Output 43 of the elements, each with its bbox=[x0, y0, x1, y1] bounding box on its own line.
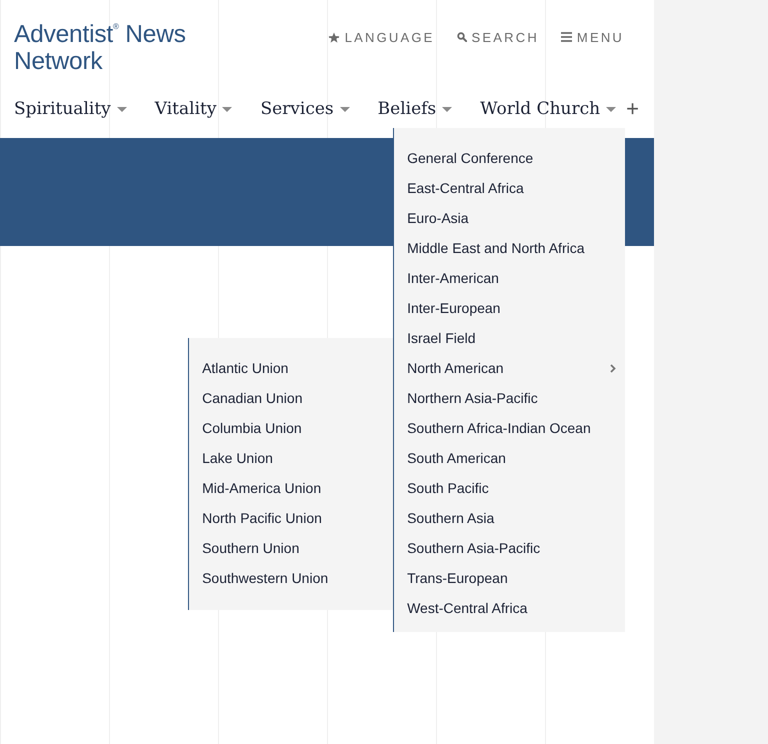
site-logo[interactable]: Adventist$^{®}$ News Network bbox=[14, 21, 204, 75]
menu-item[interactable]: West-Central Africa bbox=[394, 593, 626, 623]
search-icon bbox=[456, 32, 467, 42]
menu-item[interactable]: Southern Asia-Pacific bbox=[394, 533, 626, 563]
menu-item[interactable]: Southern Asia bbox=[394, 503, 626, 533]
nav-item[interactable]: Vitality bbox=[154, 90, 232, 128]
caret-icon bbox=[222, 106, 232, 112]
menu-item[interactable]: Israel Field bbox=[394, 323, 626, 353]
more-button[interactable]: + bbox=[626, 98, 639, 120]
nav-item[interactable]: Beliefs bbox=[378, 90, 452, 128]
nav-item[interactable]: World Church bbox=[480, 90, 616, 128]
menu-item[interactable]: Lake Union bbox=[189, 443, 394, 473]
menu-item[interactable]: General Conference bbox=[394, 143, 626, 173]
menu-button[interactable]: MENU bbox=[560, 28, 624, 46]
caret-icon bbox=[340, 106, 350, 112]
chevron-right-icon bbox=[610, 364, 616, 372]
menu-item[interactable]: Southern Africa-Indian Ocean bbox=[394, 413, 626, 443]
menu-icon bbox=[560, 32, 572, 42]
caret-icon bbox=[442, 106, 452, 112]
menu-item[interactable]: North Pacific Union bbox=[189, 503, 394, 533]
star-icon bbox=[328, 32, 340, 42]
menu-item[interactable]: Canadian Union bbox=[189, 383, 394, 413]
menu-item[interactable]: East-Central Africa bbox=[394, 173, 626, 203]
menu-item[interactable]: North American bbox=[394, 353, 626, 383]
menu-item[interactable]: Northern Asia-Pacific bbox=[394, 383, 626, 413]
nav-item[interactable]: Spirituality bbox=[14, 90, 127, 128]
menu-item[interactable]: Columbia Union bbox=[189, 413, 394, 443]
menu-item[interactable]: Trans-European bbox=[394, 563, 626, 593]
menu-item[interactable]: Inter-European bbox=[394, 293, 626, 323]
menu-item[interactable]: Middle East and North Africa bbox=[394, 233, 626, 263]
caret-icon bbox=[606, 106, 616, 112]
menu-item[interactable]: South Pacific bbox=[394, 473, 626, 503]
nav-item[interactable]: Services bbox=[260, 90, 350, 128]
search-button[interactable]: SEARCH bbox=[456, 28, 539, 46]
menu-item[interactable]: Inter-American bbox=[394, 263, 626, 293]
caret-icon bbox=[116, 106, 127, 112]
language-button[interactable]: LANGUAGE bbox=[328, 28, 435, 46]
menu-item[interactable]: Southwestern Union bbox=[189, 563, 394, 593]
menu-item[interactable]: South American bbox=[394, 443, 626, 473]
menu-item[interactable]: Mid-America Union bbox=[189, 473, 394, 503]
menu-item[interactable]: Southern Union bbox=[189, 533, 394, 563]
menu-item[interactable]: Euro-Asia bbox=[394, 203, 626, 233]
menu-item[interactable]: Atlantic Union bbox=[189, 353, 394, 383]
